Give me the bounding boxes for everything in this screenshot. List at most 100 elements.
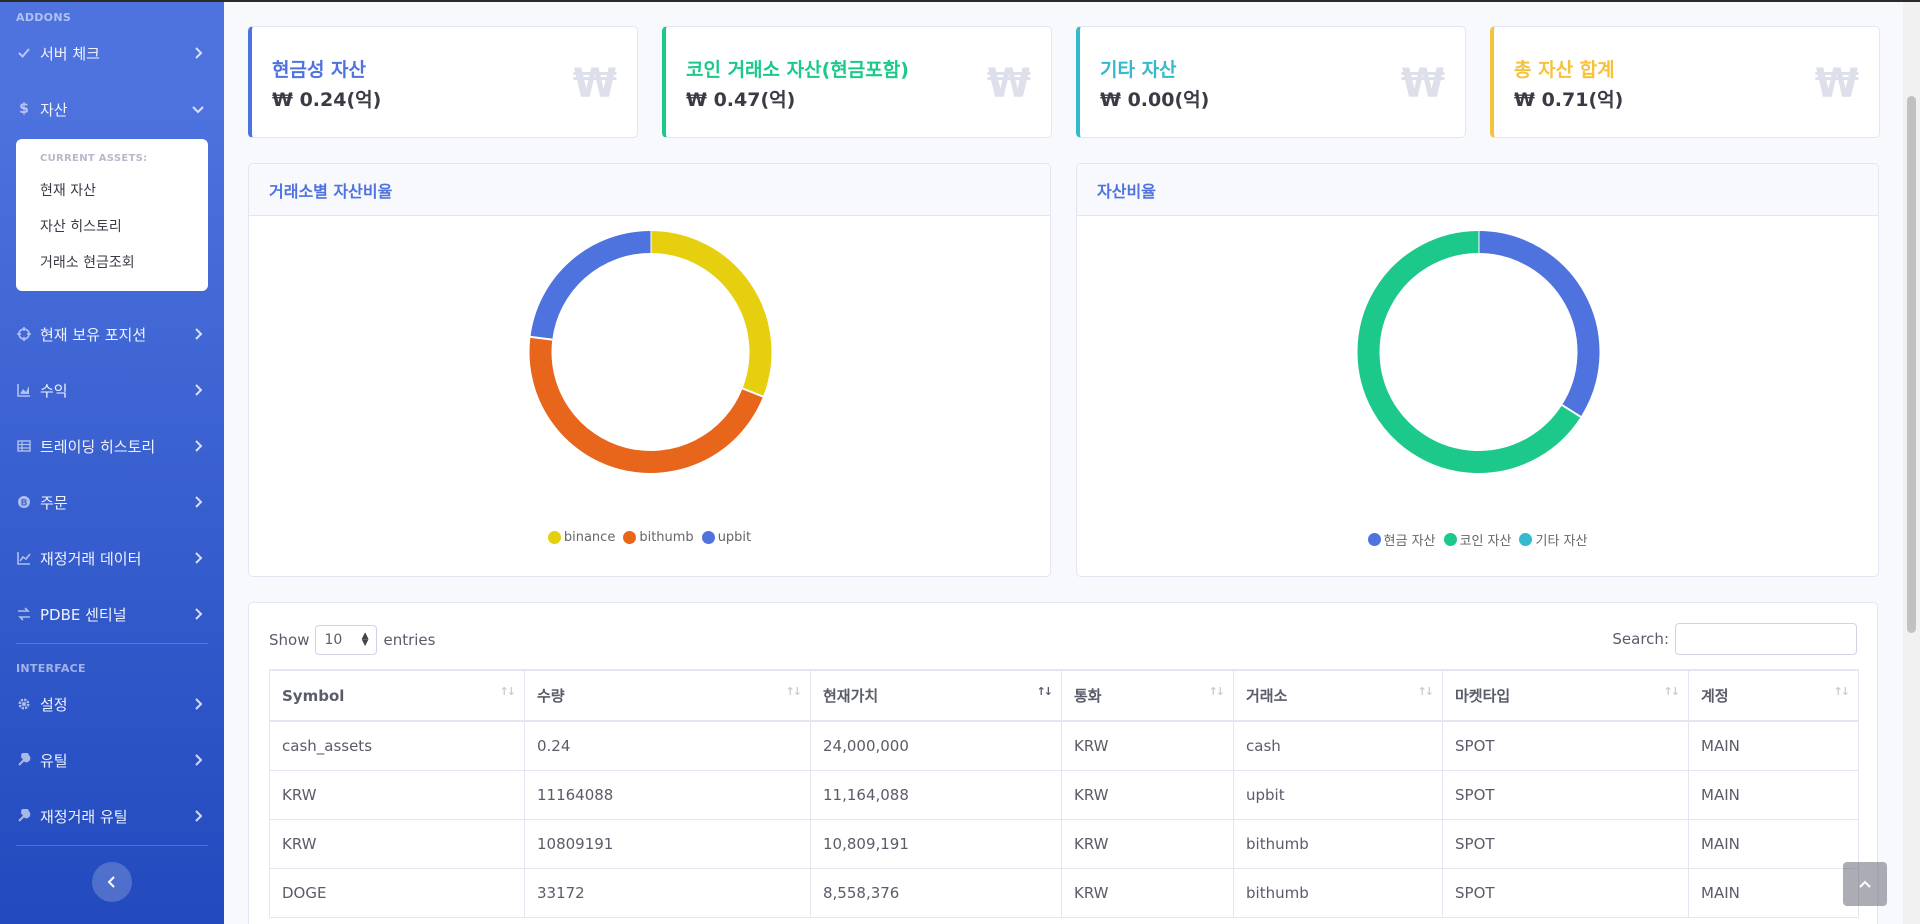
svg-text:B: B xyxy=(21,499,28,509)
cell-exchange: cash xyxy=(1233,720,1443,771)
chevron-right-icon xyxy=(195,608,203,620)
sidebar-item-label: 유틸 xyxy=(40,751,68,770)
sidebar-item-arbitrage-utils[interactable]: 재정거래 유틸 xyxy=(0,796,224,836)
legend-swatch xyxy=(547,531,561,544)
search-label: Search: xyxy=(1612,630,1669,648)
entries-select-value: 10 xyxy=(324,632,343,648)
window-top-border xyxy=(0,0,1920,2)
legend-label: 현금 자산 xyxy=(1383,534,1436,549)
cell-account: MAIN xyxy=(1688,818,1859,869)
entries-select[interactable]: 10 ▲ ▼ xyxy=(315,625,378,655)
sort-icon: ↑↓ xyxy=(1208,685,1226,698)
cell-symbol: cash_assets xyxy=(269,720,525,771)
legend-item[interactable]: binance xyxy=(547,530,615,545)
cell-quantity: 0.24 xyxy=(524,720,811,771)
table-icon xyxy=(16,438,32,454)
column-header-symbol[interactable]: Symbol ↑↓ xyxy=(269,669,525,722)
cell-current-value: 8,558,376 xyxy=(810,867,1062,918)
won-icon: ₩ xyxy=(572,61,617,107)
header-label: 마켓타입 xyxy=(1455,687,1511,705)
table-header-row: Symbol ↑↓ 수량 ↑↓ 현재가치 ↑↓ 통화 ↑↓ 거래소 ↑↓ 마켓타입 ↑↓ 계… xyxy=(269,669,1859,722)
column-header-exchange[interactable]: 거래소 ↑↓ xyxy=(1233,669,1443,722)
table-row: KRW 10809191 10,809,191 KRW bithumb SPOT… xyxy=(269,818,1859,869)
cell-currency: KRW xyxy=(1061,769,1234,820)
column-header-currency[interactable]: 통화 ↑↓ xyxy=(1061,669,1234,722)
sidebar-item-assets[interactable]: $ 자산 xyxy=(0,89,224,129)
stat-label: 총 자산 합계 xyxy=(1514,59,1615,81)
donut-slice-bithumb[interactable] xyxy=(529,336,763,473)
legend-label: 기타 자산 xyxy=(1535,534,1588,549)
area-chart-icon xyxy=(16,382,32,398)
column-header-market-type[interactable]: 마켓타입 ↑↓ xyxy=(1442,669,1689,722)
submenu-item-asset-history[interactable]: 자산 히스토리 xyxy=(16,209,208,245)
sidebar-item-profit[interactable]: 수익 xyxy=(0,370,224,410)
header-label: 현재가치 xyxy=(823,687,879,705)
cell-quantity: 11164088 xyxy=(524,769,811,820)
donut-slice-upbit[interactable] xyxy=(530,231,651,340)
sidebar-divider xyxy=(16,845,208,846)
sidebar-item-trading-history[interactable]: 트레이딩 히스토리 xyxy=(0,426,224,466)
column-header-current-value[interactable]: 현재가치 ↑↓ xyxy=(810,669,1062,722)
donut-slice-현금-자산[interactable] xyxy=(1478,231,1600,417)
sidebar-item-server-check[interactable]: 서버 체크 xyxy=(0,33,224,73)
sort-icon: ↑↓ xyxy=(1663,685,1681,698)
stat-label: 현금성 자산 xyxy=(272,59,367,81)
submenu-item-current-assets[interactable]: 현재 자산 xyxy=(16,173,208,209)
exchange-ratio-donut-chart xyxy=(529,231,772,473)
sidebar-item-label: 수익 xyxy=(40,381,68,400)
cell-current-value: 10,809,191 xyxy=(810,818,1062,869)
submenu-item-exchange-cash[interactable]: 거래소 현금조회 xyxy=(16,245,208,281)
legend-label: 코인 자산 xyxy=(1459,534,1512,549)
asset-ratio-card: 자산비율 현금 자산 코인 자산 기타 자산 xyxy=(1076,163,1879,577)
chevron-right-icon xyxy=(195,552,203,564)
stat-card-other-assets: 기타 자산 ₩ 0.00(억) ₩ xyxy=(1076,26,1466,138)
chevron-right-icon xyxy=(195,810,203,822)
wrench-icon xyxy=(16,808,32,824)
cell-market-type: SPOT xyxy=(1442,867,1689,918)
chevron-right-icon xyxy=(195,47,203,59)
chevron-right-icon xyxy=(195,440,203,452)
cell-exchange: bithumb xyxy=(1233,867,1443,918)
legend-item[interactable]: 현금 자산 xyxy=(1367,530,1436,549)
header-label: 계정 xyxy=(1701,687,1729,705)
sidebar-item-settings[interactable]: 설정 xyxy=(0,684,224,724)
stat-value: ₩ 0.47(억) xyxy=(686,89,796,111)
column-header-quantity[interactable]: 수량 ↑↓ xyxy=(524,669,811,722)
exchange-ratio-card: 거래소별 자산비율 binance bithumb upbit xyxy=(248,163,1051,577)
legend-label: bithumb xyxy=(639,530,694,545)
sidebar-item-orders[interactable]: B 주문 xyxy=(0,482,224,522)
sort-icon: ↑↓ xyxy=(1417,685,1435,698)
legend-swatch xyxy=(1443,533,1457,546)
chevron-up-icon xyxy=(1859,880,1871,888)
sidebar-item-pdbe-sentinel[interactable]: PDBE 센티널 xyxy=(0,594,224,634)
sidebar: ADDONS 서버 체크 $ 자산 CURRENT ASSETS: 현재 자산 … xyxy=(0,0,224,924)
legend-item[interactable]: 코인 자산 xyxy=(1443,530,1512,549)
cell-market-type: SPOT xyxy=(1442,818,1689,869)
cell-quantity: 33172 xyxy=(524,867,811,918)
legend-item[interactable]: 기타 자산 xyxy=(1519,530,1587,549)
sidebar-toggle-button[interactable] xyxy=(92,862,132,902)
scrollbar-thumb[interactable] xyxy=(1907,96,1916,633)
sidebar-item-arbitrage-data[interactable]: 재정거래 데이터 xyxy=(0,538,224,578)
won-icon: ₩ xyxy=(986,61,1031,107)
search-input[interactable] xyxy=(1675,623,1857,655)
won-icon: ₩ xyxy=(1814,61,1859,107)
column-header-account[interactable]: 계정 ↑↓ xyxy=(1688,669,1859,722)
legend-item[interactable]: bithumb xyxy=(623,530,694,545)
page-scrollbar[interactable] xyxy=(1903,0,1920,924)
sort-icon: ↑↓ xyxy=(785,685,803,698)
select-arrows-icon: ▲ ▼ xyxy=(361,631,369,648)
bitcoin-icon: B xyxy=(16,494,32,510)
chevron-down-icon xyxy=(192,106,204,114)
line-chart-icon xyxy=(16,550,32,566)
donut-slice-binance[interactable] xyxy=(650,231,772,397)
stat-value: ₩ 0.24(억) xyxy=(272,89,382,111)
sidebar-item-positions[interactable]: 현재 보유 포지션 xyxy=(0,314,224,354)
scroll-to-top-button[interactable] xyxy=(1843,862,1887,906)
card-title: 거래소별 자산비율 xyxy=(249,164,1050,216)
sidebar-item-utils[interactable]: 유틸 xyxy=(0,740,224,780)
chart-legend: 현금 자산 코인 자산 기타 자산 xyxy=(1077,530,1878,549)
assets-table: Symbol ↑↓ 수량 ↑↓ 현재가치 ↑↓ 통화 ↑↓ 거래소 ↑↓ 마켓타입 ↑↓ 계… xyxy=(269,669,1859,918)
table-row: cash_assets 0.24 24,000,000 KRW cash SPO… xyxy=(269,720,1859,771)
legend-item[interactable]: upbit xyxy=(701,530,751,545)
